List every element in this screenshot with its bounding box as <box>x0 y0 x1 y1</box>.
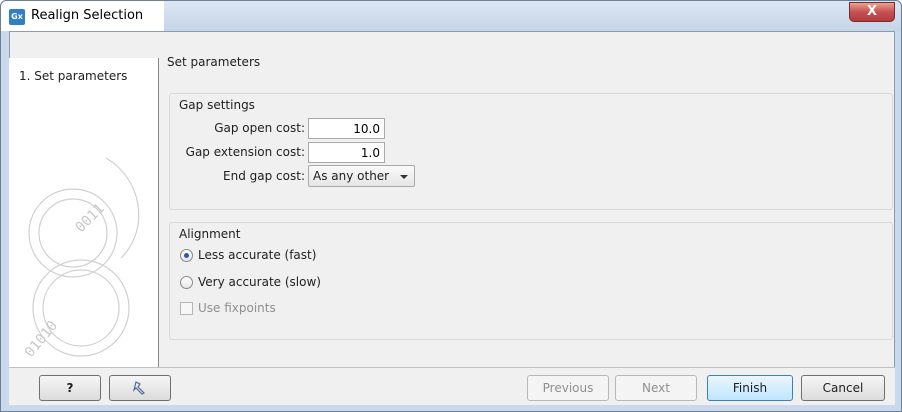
svg-text:0011: 0011 <box>73 201 108 236</box>
button-bar: ? Previous Next Finish Cancel <box>9 367 895 405</box>
use-fixpoints-label: Use fixpoints <box>198 301 276 315</box>
end-gap-label: End gap cost: <box>223 169 305 183</box>
steps-panel: 1. Set parameters 0011 01010 <box>9 58 159 367</box>
title-bar[interactable]: Gx Realign Selection X <box>1 1 901 31</box>
alignment-title: Alignment <box>179 227 241 241</box>
end-gap-cost-select[interactable]: As any other <box>308 165 415 187</box>
gap-settings-group: Gap settings Gap open cost: Gap extensio… <box>169 93 893 210</box>
reset-button[interactable] <box>109 375 171 401</box>
help-icon: ? <box>66 381 74 395</box>
very-accurate-radio[interactable] <box>180 276 193 289</box>
dialog-window: Gx Realign Selection X 1. Set parameters… <box>0 0 902 412</box>
alignment-group: Alignment Less accurate (fast) Very accu… <box>169 222 893 340</box>
help-button[interactable]: ? <box>39 375 101 401</box>
cancel-button[interactable]: Cancel <box>801 375 885 401</box>
window-title: Realign Selection <box>31 8 144 23</box>
step-number: 1. <box>19 69 31 83</box>
chevron-down-icon <box>400 175 408 179</box>
step-label: Set parameters <box>34 69 128 83</box>
svg-text:01010: 01010 <box>22 318 61 361</box>
less-accurate-radio[interactable] <box>180 249 193 262</box>
end-gap-cost-value: As any other <box>313 169 390 183</box>
gap-extension-cost-input[interactable] <box>308 142 385 163</box>
finish-button[interactable]: Finish <box>707 375 793 401</box>
previous-button[interactable]: Previous <box>527 375 609 401</box>
gap-settings-title: Gap settings <box>179 98 255 112</box>
next-button[interactable]: Next <box>615 375 697 401</box>
app-icon: Gx <box>9 9 25 25</box>
use-fixpoints-checkbox[interactable] <box>180 302 193 315</box>
less-accurate-label[interactable]: Less accurate (fast) <box>198 248 316 262</box>
parameters-panel: Set parameters Gap settings Gap open cos… <box>161 51 893 367</box>
very-accurate-label[interactable]: Very accurate (slow) <box>198 275 321 289</box>
gap-open-label: Gap open cost: <box>214 121 305 135</box>
gap-open-cost-input[interactable] <box>308 118 385 139</box>
panel-title: Set parameters <box>167 55 261 69</box>
step-item-set-parameters: 1. Set parameters <box>19 69 127 83</box>
reset-icon <box>132 381 146 395</box>
clc-watermark-graphic: 0011 01010 <box>22 157 140 361</box>
close-button[interactable]: X <box>849 2 895 22</box>
gap-extension-label: Gap extension cost: <box>185 145 305 159</box>
